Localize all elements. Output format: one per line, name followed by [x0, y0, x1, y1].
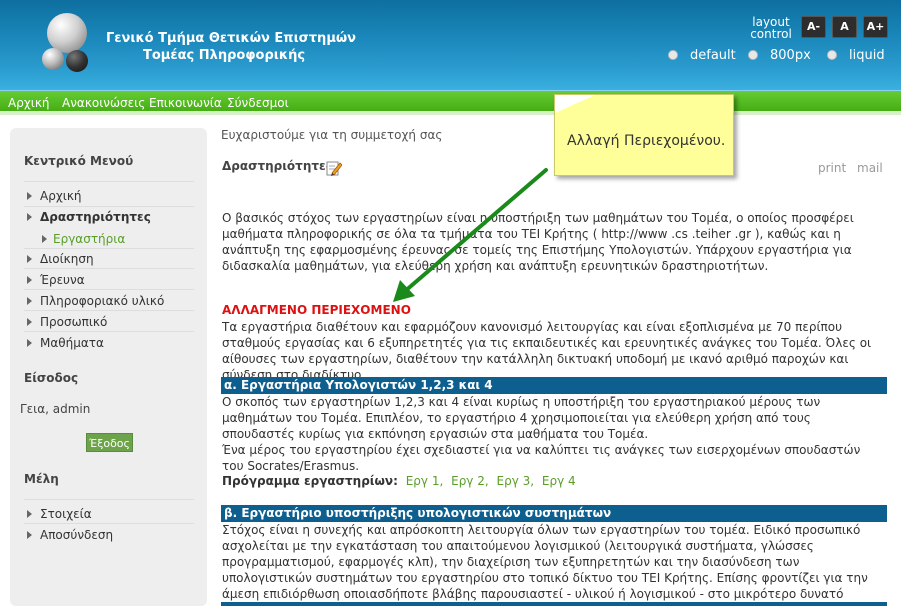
- layout-default-option[interactable]: default: [668, 47, 736, 65]
- nav-item-links[interactable]: Σύνδεσμοι: [227, 96, 289, 110]
- logout-button[interactable]: Έξοδος: [86, 433, 133, 452]
- sidebar-item-details[interactable]: Στοιχεία: [27, 507, 92, 521]
- layout-liquid-option[interactable]: liquid: [827, 47, 885, 65]
- sidebar-item-activities[interactable]: Δραστηριότητες: [27, 210, 151, 224]
- annotation-note-text: Αλλαγή Περιεχομένου.: [567, 133, 726, 149]
- sidebar-item-administration[interactable]: Διοίκηση: [27, 252, 94, 266]
- arrow-right-icon: [27, 276, 32, 284]
- site-logo: [40, 8, 100, 86]
- arrow-right-icon: [27, 531, 32, 539]
- lab1-link[interactable]: Εργ 1,: [406, 474, 444, 488]
- layout-800px-option[interactable]: 800px: [748, 47, 811, 65]
- sidebar-item-logout[interactable]: Αποσύνδεση: [27, 528, 113, 542]
- arrow-right-icon: [27, 339, 32, 347]
- font-reset-button[interactable]: A: [832, 16, 857, 38]
- thanks-message: Ευχαριστούμε για τη συμμετοχή σας: [221, 128, 443, 142]
- nav-item-contact[interactable]: Επικοινωνία: [149, 96, 222, 110]
- sidebar-item-home[interactable]: Αρχική: [27, 189, 82, 203]
- section-heading-a: α. Εργαστήρια Υπολογιστών 1,2,3 και 4: [221, 377, 887, 394]
- arrow-right-icon: [27, 192, 32, 200]
- radio-icon[interactable]: [668, 50, 678, 60]
- site-header: Γενικό Τμήμα Θετικών Επιστημών Τομέας Πλ…: [0, 0, 901, 91]
- members-title: Μέλη: [24, 472, 59, 486]
- font-decrease-button[interactable]: A-: [801, 16, 826, 38]
- sidebar-item-staff[interactable]: Προσωπικό: [27, 315, 107, 329]
- section-heading-c-partial: [221, 602, 887, 606]
- edit-icon[interactable]: [326, 160, 342, 176]
- lab2-link[interactable]: Εργ 2,: [451, 474, 489, 488]
- layout-control-label: layout control: [750, 15, 792, 41]
- font-increase-button[interactable]: A+: [863, 16, 888, 38]
- mail-link[interactable]: mail: [857, 161, 883, 175]
- nav-item-announcements[interactable]: Ανακοινώσεις: [62, 96, 145, 110]
- main-menu-title: Κεντρικό Μενού: [24, 154, 134, 168]
- sidebar-item-research[interactable]: Έρευνα: [27, 273, 85, 287]
- sidebar-subitem-labs[interactable]: Εργαστήρια: [42, 232, 125, 246]
- radio-icon[interactable]: [827, 50, 837, 60]
- nav-item-home[interactable]: Αρχική: [8, 96, 50, 110]
- lab4-link[interactable]: Εργ 4: [542, 474, 576, 488]
- user-greeting: Γεια, admin: [20, 402, 91, 416]
- site-title-line2: Τομέας Πληροφορικής: [143, 48, 306, 63]
- arrow-right-icon: [27, 297, 32, 305]
- section-a-text: Ο σκοπός των εργαστηρίων 1,2,3 και 4 είν…: [222, 395, 861, 473]
- top-nav: Αρχική Ανακοινώσεις Επικοινωνία Σύνδεσμο…: [0, 91, 901, 115]
- sidebar-item-info-material[interactable]: Πληροφοριακό υλικό: [27, 294, 164, 308]
- page-title: Δραστηριότητες: [222, 159, 333, 173]
- arrow-right-icon: [27, 510, 32, 518]
- annotation-note: Αλλαγή Περιεχομένου.: [554, 94, 734, 176]
- print-link[interactable]: print: [818, 161, 846, 175]
- changed-content-label: ΑΛΛΑΓΜΕΝΟ ΠΕΡΙΕΧΟΜΕΝΟ: [222, 303, 411, 317]
- radio-icon[interactable]: [748, 50, 758, 60]
- site-title-line1: Γενικό Τμήμα Θετικών Επιστημών: [106, 31, 357, 46]
- arrow-right-icon: [27, 318, 32, 326]
- section-heading-b: β. Εργαστήριο υποστήριξης υπολογιστικών …: [221, 505, 887, 522]
- login-title: Είσοδος: [24, 371, 79, 385]
- intro-paragraph: Ο βασικός στόχος των εργαστηρίων είναι η…: [222, 211, 854, 273]
- arrow-right-icon: [27, 255, 32, 263]
- section-b-text: Στόχος είναι η συνεχής και απρόσκοπτη λε…: [222, 523, 868, 606]
- lab-schedule: Πρόγραμμα εργαστηρίων: Εργ 1, Εργ 2, Εργ…: [222, 474, 576, 488]
- arrow-right-icon: [42, 235, 47, 243]
- changed-paragraph: Τα εργαστήρια διαθέτουν και εφαρμόζουν κ…: [222, 320, 872, 382]
- arrow-right-icon: [27, 213, 32, 221]
- lab3-link[interactable]: Εργ 3,: [497, 474, 535, 488]
- sidebar-item-courses[interactable]: Μαθήματα: [27, 336, 104, 350]
